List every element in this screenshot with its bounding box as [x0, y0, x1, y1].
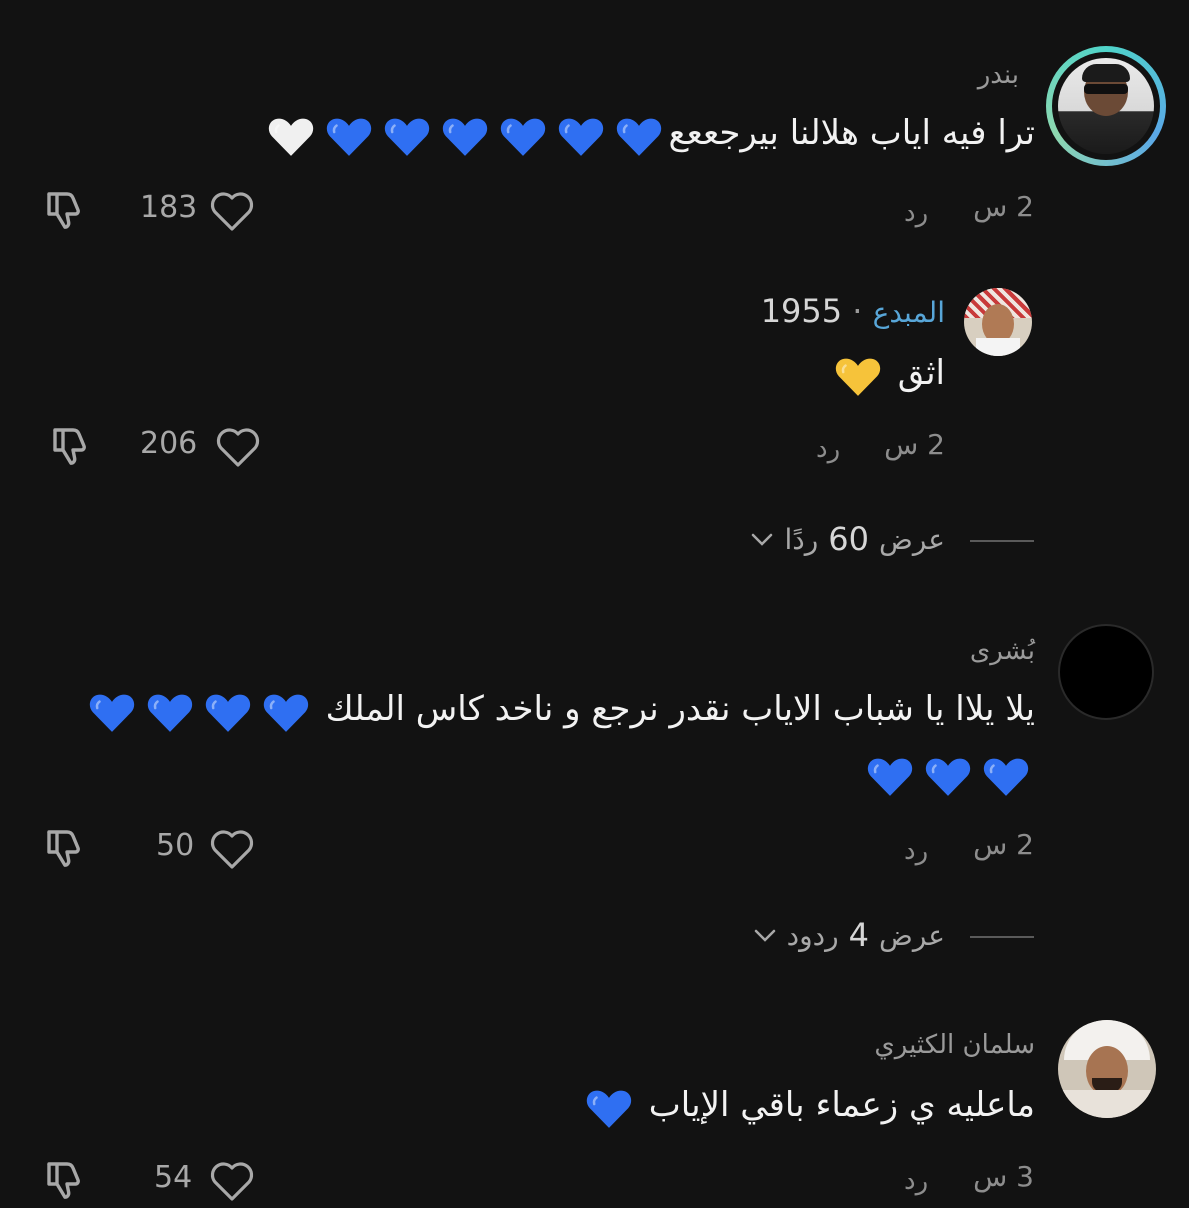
comment-username[interactable]: بُشرى	[970, 636, 1035, 666]
comment-timestamp: 2 س	[973, 828, 1034, 861]
username-separator: ·	[852, 292, 863, 330]
heart-outline-icon	[210, 830, 254, 869]
heart-outline-icon	[210, 192, 254, 231]
heart-emoji-icon	[867, 758, 913, 796]
emoji-group	[861, 753, 1035, 796]
comment-body: ترا فيه اياب هلالنا بيرجععع	[668, 113, 1035, 153]
heart-emoji-icon	[205, 694, 250, 732]
comment-text: اثق	[829, 344, 945, 402]
reply-button[interactable]: رد	[904, 836, 928, 866]
comment-text: ترا فيه اياب هلالنا بيرجععع	[262, 104, 1035, 162]
dislike-button[interactable]	[40, 824, 90, 872]
comment-text: ماعليه ي زعماء باقي الإياب	[580, 1076, 1035, 1134]
heart-emoji-icon	[269, 118, 314, 156]
heart-emoji-icon	[983, 758, 1029, 796]
like-button[interactable]	[206, 826, 258, 870]
comment-timestamp: 3 س	[973, 1160, 1034, 1193]
emoji-group	[829, 353, 887, 396]
heart-emoji-icon	[501, 118, 546, 156]
reply-button[interactable]: رد	[904, 198, 928, 228]
heart-emoji-icon	[89, 694, 134, 732]
dislike-button[interactable]	[40, 1156, 90, 1204]
comment-body: اثق	[897, 353, 945, 393]
comment-timestamp: 2 س	[884, 428, 945, 461]
like-button[interactable]	[206, 1158, 258, 1202]
view-replies-count: 4	[848, 916, 869, 954]
emoji-group	[83, 689, 315, 732]
heart-emoji-icon	[586, 1090, 632, 1128]
like-count: 206	[140, 426, 198, 461]
heart-emoji-icon	[443, 118, 488, 156]
comment-username[interactable]: سلمان الكثيري	[874, 1030, 1035, 1060]
view-replies-button[interactable]: عرض 4 ردود	[753, 916, 945, 954]
dislike-button[interactable]	[40, 186, 90, 234]
avatar[interactable]	[1046, 46, 1166, 166]
view-replies-prefix: عرض	[878, 522, 945, 556]
comment-timestamp: 2 س	[973, 190, 1034, 223]
comment-username[interactable]: بندر	[978, 60, 1019, 90]
chevron-down-icon	[754, 929, 775, 942]
heart-emoji-icon	[327, 118, 372, 156]
like-count: 183	[140, 190, 198, 225]
heart-emoji-icon	[925, 758, 971, 796]
heart-emoji-icon	[617, 118, 662, 156]
heart-outline-icon	[210, 1162, 254, 1201]
like-button[interactable]	[206, 188, 258, 232]
like-button[interactable]	[212, 424, 264, 468]
reply-button[interactable]: رد	[816, 434, 840, 464]
comment-body: يلا يلاا يا شباب الاياب نقدر نرجع و ناخد…	[325, 689, 1035, 729]
reply-button[interactable]: رد	[904, 1166, 928, 1196]
heart-outline-icon	[216, 428, 260, 467]
comment-text: يلا يلاا يا شباب الاياب نقدر نرجع و ناخد…	[83, 680, 1035, 738]
view-replies-suffix: ردًا	[784, 522, 819, 556]
thumbs-down-icon	[47, 192, 80, 229]
heart-emoji-icon	[835, 358, 881, 396]
heart-emoji-icon	[147, 694, 192, 732]
view-replies-button[interactable]: عرض 60 ردًا	[750, 520, 945, 558]
emoji-group	[262, 113, 668, 156]
avatar[interactable]	[964, 288, 1032, 356]
divider-line	[970, 936, 1034, 938]
avatar[interactable]	[1058, 624, 1154, 720]
dislike-button[interactable]	[46, 422, 96, 470]
chevron-down-icon	[752, 533, 773, 546]
like-count: 54	[154, 1160, 193, 1195]
heart-emoji-icon	[385, 118, 430, 156]
comment-text-line2	[861, 744, 1035, 802]
heart-emoji-icon	[559, 118, 604, 156]
thumbs-down-icon	[53, 428, 86, 465]
thumbs-down-icon	[47, 1162, 80, 1199]
comment-username-number: 1955	[760, 292, 843, 330]
avatar[interactable]	[1058, 1020, 1156, 1118]
view-replies-count: 60	[828, 520, 869, 558]
like-count: 50	[156, 828, 195, 863]
comment-body: ماعليه ي زعماء باقي الإياب	[648, 1085, 1035, 1125]
emoji-group	[580, 1085, 638, 1128]
heart-emoji-icon	[263, 694, 308, 732]
view-replies-suffix: ردود	[786, 918, 839, 952]
creator-badge: المبدع	[872, 296, 945, 329]
view-replies-prefix: عرض	[878, 918, 945, 952]
thumbs-down-icon	[47, 830, 80, 867]
comment-username[interactable]: المبدع · 1955	[761, 292, 945, 330]
divider-line	[970, 540, 1034, 542]
